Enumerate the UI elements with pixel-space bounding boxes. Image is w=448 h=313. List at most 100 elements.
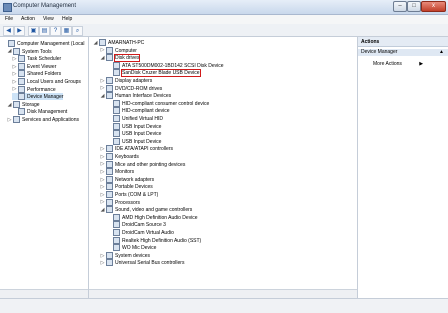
toolbar: ◀ ▶ ▣ ▤ ? ▦ ⌕ [0,24,448,37]
device-tree-item[interactable]: ▷ Processors [100,198,140,206]
scan-hardware-icon[interactable]: ⌕ [72,26,83,36]
device-tree-item[interactable]: USB Input Device [107,137,161,145]
device-tree-item[interactable]: ◢ Sound, video and game controllers [100,206,192,214]
device-icon [18,93,25,101]
console-tree-item[interactable]: ▷ Services and Applications [7,116,79,123]
console-tree-item[interactable]: ◢ System Tools [7,47,52,55]
device-tree-item[interactable]: DroidCam Source 3 [107,221,166,229]
tree-item-label: Services and Applications [22,116,79,123]
expand-toggle-icon[interactable]: ◢ [100,93,105,100]
console-tree-item[interactable]: ▷ Performance [12,85,56,93]
console-tree-item[interactable]: ▷ Task Scheduler [12,55,62,63]
device-tree-item[interactable]: ▷ Network adapters [100,175,155,183]
device-tree-item[interactable]: ▷ DVD/CD-ROM drives [100,84,162,92]
actions-section-device-manager[interactable]: Device Manager ▲ [358,49,448,56]
expand-toggle-icon[interactable]: ▷ [7,117,12,124]
device-tree-item[interactable]: SanDisk Cruzer Blade USB Device [107,69,201,78]
actions-header-label: Actions [361,39,380,45]
actions-section-label: Device Manager [361,49,398,55]
device-icon [106,198,113,206]
expand-toggle-icon[interactable]: ◢ [93,40,98,47]
tree-item-label: USB Input Device [122,123,162,130]
device-tree-item[interactable]: ▷ Portable Devices [100,183,153,191]
device-tree-item[interactable]: ▷ Ports (COM & LPT) [100,191,158,198]
tree-item-label: Network adapters [115,176,155,183]
menu-help[interactable]: Help [62,16,72,22]
menu-action[interactable]: Action [21,16,35,22]
device-tree-item[interactable]: Realtek High Definition Audio (SST) [107,236,201,244]
back-arrow-icon[interactable]: ◀ [3,26,14,36]
tree-item-label: DroidCam Virtual Audio [122,229,174,236]
device-tree-item[interactable]: USB Input Device [107,130,161,138]
app-icon [3,3,12,12]
device-icon [106,251,113,259]
device-tree-item[interactable]: USB Input Device [107,122,162,130]
device-tree-item[interactable]: ▷ Mice and other pointing devices [100,160,185,168]
device-icon [106,168,113,176]
forward-arrow-icon[interactable]: ▶ [14,26,25,36]
tree-item-label: Monitors [115,169,135,176]
menu-file[interactable]: File [5,16,13,22]
device-tree-item[interactable]: ▷ Keyboards [100,153,139,160]
device-tree-item[interactable]: ◢ AMARNATH-PC [93,39,144,46]
close-button[interactable]: x [421,1,446,12]
expand-toggle-icon[interactable]: ▷ [100,260,105,267]
device-tree-item[interactable]: WO Mic Device [107,244,156,252]
tree-item-label: SanDisk Cruzer Blade USB Device [121,69,201,78]
tree-item-label: Computer Management (Local [17,40,85,47]
device-tree-item[interactable]: HID-compliant consumer control device [107,99,209,107]
console-tree-item[interactable]: ▷ Event Viewer [12,62,56,70]
console-tree-item[interactable]: ▷ Shared Folders [12,70,61,78]
device-icon [8,40,15,47]
device-tree-item[interactable]: DroidCam Virtual Audio [107,229,174,236]
device-icon [113,99,120,107]
device-tree-item[interactable]: HID-compliant device [107,107,170,115]
show-hide-tree-icon[interactable]: ▤ [39,26,50,36]
console-tree-item[interactable]: Computer Management (Local [2,40,85,47]
tree-item-label: Storage [22,101,40,108]
tree-item-label: HID-compliant device [122,108,170,115]
tree-item-label: Task Scheduler [27,56,62,63]
device-icon [106,92,113,100]
device-tree-item[interactable]: AMD High Definition Audio Device [107,213,198,221]
expand-toggle-icon[interactable]: ◢ [100,55,105,62]
console-tree-item[interactable]: Disk Management [12,108,67,116]
tree-item-label: Disk drives [113,54,141,63]
collapse-arrow-icon: ▲ [439,49,444,55]
device-icon [113,236,120,244]
device-tree-item[interactable]: ◢ Disk drives [100,54,141,63]
device-icon [18,85,25,93]
help-icon[interactable]: ? [50,26,61,36]
device-tree-item[interactable]: ▷ Monitors [100,168,135,176]
menu-view[interactable]: View [43,16,54,22]
console-tree-item[interactable]: ◢ Storage [7,100,40,108]
device-icon [113,115,120,122]
device-icon [13,47,20,55]
device-tree-item[interactable]: ▷ Computer [100,46,137,54]
device-tree-item[interactable]: ▷ Universal Serial Bus controllers [100,259,184,267]
device-tree-item[interactable]: ▷ IDE ATA/ATAPI controllers [100,145,173,153]
device-tree-item[interactable]: ATA ST500DM002-1BD142 SCSI Disk Device [107,61,224,69]
device-icon [106,77,113,84]
maximize-button[interactable]: □ [407,1,421,12]
device-tree-item[interactable]: ▷ Display adapters [100,77,152,84]
device-tree-item[interactable]: ▷ System devices [100,251,150,259]
console-tree-item[interactable]: Device Manager [12,93,64,101]
properties-icon[interactable]: ▦ [61,26,72,36]
console-tree-item[interactable]: ▷ Local Users and Groups [12,78,81,85]
device-icon [113,229,120,236]
tree-item-label: Human Interface Devices [115,93,172,100]
device-icon [113,221,120,229]
tree-item-label: Portable Devices [115,184,153,191]
left-horizontal-scrollbar[interactable] [0,289,88,298]
device-icon [113,107,120,115]
tree-item-label: Computer [115,47,137,54]
device-tree-item[interactable]: ◢ Human Interface Devices [100,92,172,100]
device-tree-item[interactable]: Unified Virtual HID [107,115,163,122]
center-horizontal-scrollbar[interactable] [89,289,357,298]
minimize-button[interactable]: – [393,1,407,12]
expand-toggle-icon[interactable]: ◢ [100,207,105,214]
more-actions-item[interactable]: More Actions ▶ [373,61,423,68]
up-folder-icon[interactable]: ▣ [28,26,39,36]
tree-item-label: Ports (COM & LPT) [115,191,159,198]
